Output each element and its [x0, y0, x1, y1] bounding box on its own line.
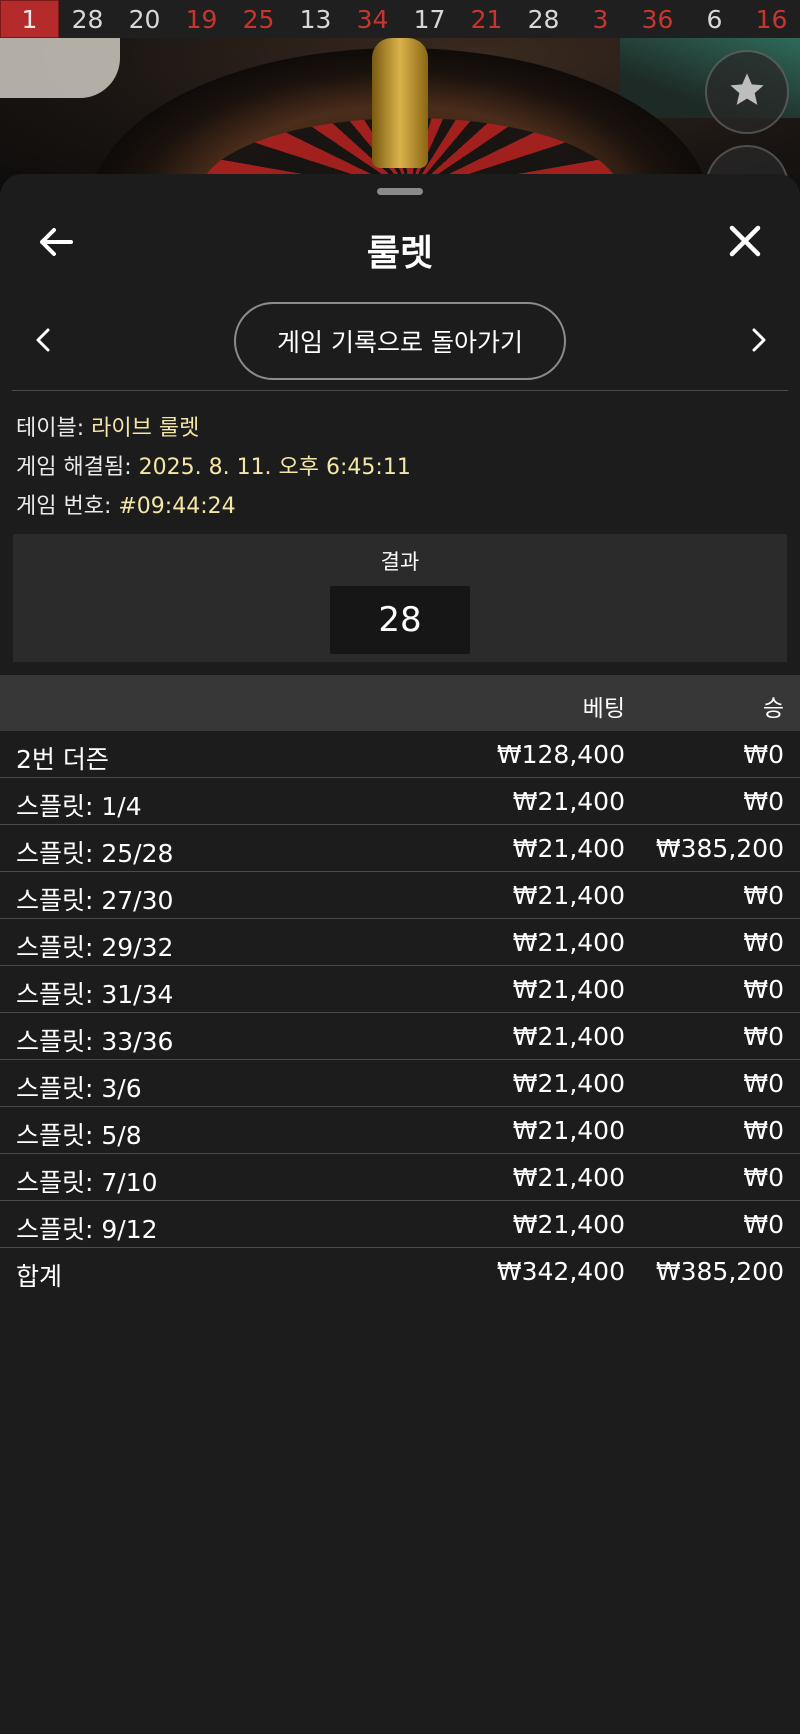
table-row: 스플릿: 31/34 ₩21,400 ₩0 — [0, 966, 800, 1013]
bet-name: 2번 더즌 — [16, 745, 109, 774]
info-table-label: 테이블: — [16, 416, 85, 441]
table-row: 스플릿: 3/6 ₩21,400 ₩0 — [0, 1060, 800, 1107]
info-game-number-value: #09:44:24 — [118, 494, 236, 519]
total-amount: ₩342,400 — [496, 1257, 625, 1286]
column-header-win: 승 — [762, 696, 784, 722]
star-icon — [727, 70, 767, 114]
game-navigation: 게임 기록으로 돌아가기 — [0, 302, 800, 382]
bet-amount: ₩21,400 — [512, 1210, 625, 1239]
bet-amount: ₩128,400 — [496, 740, 625, 769]
recent-result: 13 — [299, 4, 332, 34]
bet-amount: ₩21,400 — [512, 787, 625, 816]
bet-amount: ₩21,400 — [512, 834, 625, 863]
win-amount: ₩0 — [743, 975, 784, 1004]
recent-result: 34 — [356, 4, 389, 34]
win-amount: ₩0 — [743, 1210, 784, 1239]
recent-result: 17 — [413, 4, 446, 34]
bet-amount: ₩21,400 — [512, 881, 625, 910]
win-amount: ₩0 — [743, 787, 784, 816]
dealer-hand-image — [0, 38, 120, 98]
info-game-number: 게임 번호: #09:44:24 — [16, 488, 236, 520]
table-row: 스플릿: 27/30 ₩21,400 ₩0 — [0, 872, 800, 919]
win-amount: ₩385,200 — [655, 834, 784, 863]
table-row: 스플릿: 25/28 ₩21,400 ₩385,200 — [0, 825, 800, 872]
result-label: 결과 — [380, 550, 420, 574]
win-amount: ₩0 — [743, 740, 784, 769]
info-table-value: 라이브 룰렛 — [91, 416, 200, 441]
bet-name: 스플릿: 31/34 — [16, 980, 174, 1009]
info-resolved: 게임 해결됨: 2025. 8. 11. 오후 6:45:11 — [16, 449, 411, 481]
win-amount: ₩0 — [743, 1069, 784, 1098]
info-game-number-label: 게임 번호: — [16, 494, 112, 519]
recent-result: 19 — [185, 4, 218, 34]
win-amount: ₩0 — [743, 928, 784, 957]
bet-amount: ₩21,400 — [512, 928, 625, 957]
wheel-turret-image — [372, 38, 428, 168]
recent-results-strip: 1 28 20 19 25 13 34 17 21 28 3 36 6 16 — [0, 0, 800, 38]
favorite-button[interactable] — [705, 50, 789, 134]
table-row: 2번 더즌 ₩128,400 ₩0 — [0, 731, 800, 778]
total-win: ₩385,200 — [655, 1257, 784, 1286]
previous-game-button[interactable] — [28, 324, 58, 360]
bets-table: 베팅 승 2번 더즌 ₩128,400 ₩0 스플릿: 1/4 ₩21,400 ₩0 스플릿… — [0, 675, 800, 1295]
bet-name: 스플릿: 7/10 — [16, 1168, 158, 1197]
sheet-grabber[interactable] — [377, 188, 423, 195]
recent-result: 21 — [470, 4, 503, 34]
column-header-bet: 베팅 — [582, 696, 625, 722]
bet-name: 스플릿: 25/28 — [16, 839, 174, 868]
table-row: 스플릿: 29/32 ₩21,400 ₩0 — [0, 919, 800, 966]
game-detail-sheet: 룰렛 게임 기록으로 돌아가기 테이블: 라이브 룰렛 게임 해결됨: 2025… — [0, 174, 800, 1734]
bet-amount: ₩21,400 — [512, 1069, 625, 1098]
table-row: 스플릿: 9/12 ₩21,400 ₩0 — [0, 1201, 800, 1248]
result-number: 28 — [330, 586, 470, 654]
info-resolved-label: 게임 해결됨: — [16, 455, 132, 480]
bet-amount: ₩21,400 — [512, 1022, 625, 1051]
recent-result: 3 — [592, 4, 609, 34]
bet-name: 스플릿: 33/36 — [16, 1027, 174, 1056]
bet-name: 스플릿: 5/8 — [16, 1121, 142, 1150]
bet-name: 스플릿: 27/30 — [16, 886, 174, 915]
bet-amount: ₩21,400 — [512, 975, 625, 1004]
bet-amount: ₩21,400 — [512, 1116, 625, 1145]
close-button[interactable] — [722, 220, 768, 266]
table-row: 스플릿: 33/36 ₩21,400 ₩0 — [0, 1013, 800, 1060]
win-amount: ₩0 — [743, 1022, 784, 1051]
page-title: 룰렛 — [366, 233, 434, 274]
table-row: 스플릿: 5/8 ₩21,400 ₩0 — [0, 1107, 800, 1154]
bet-name: 스플릿: 1/4 — [16, 792, 142, 821]
bet-name: 스플릿: 3/6 — [16, 1074, 142, 1103]
chevron-right-icon — [751, 327, 767, 357]
bet-name: 스플릿: 9/12 — [16, 1215, 158, 1244]
recent-result: 28 — [527, 4, 560, 34]
recent-result: 36 — [641, 4, 674, 34]
divider — [12, 390, 788, 391]
info-resolved-value: 2025. 8. 11. 오후 6:45:11 — [138, 455, 411, 480]
win-amount: ₩0 — [743, 881, 784, 910]
bet-name: 스플릿: 29/32 — [16, 933, 174, 962]
table-row: 스플릿: 7/10 ₩21,400 ₩0 — [0, 1154, 800, 1201]
table-row: 스플릿: 1/4 ₩21,400 ₩0 — [0, 778, 800, 825]
recent-result: 16 — [755, 4, 788, 34]
win-amount: ₩0 — [743, 1116, 784, 1145]
back-to-history-button[interactable]: 게임 기록으로 돌아가기 — [234, 302, 566, 380]
recent-result: 28 — [71, 4, 104, 34]
sheet-header: 룰렛 — [0, 204, 800, 284]
result-panel: 결과 28 — [13, 534, 787, 662]
bet-amount: ₩21,400 — [512, 1163, 625, 1192]
recent-result: 20 — [128, 4, 161, 34]
info-table: 테이블: 라이브 룰렛 — [16, 410, 199, 442]
table-header: 베팅 승 — [0, 675, 800, 731]
recent-result: 6 — [706, 4, 723, 34]
chevron-left-icon — [35, 327, 51, 357]
total-row: 합계 ₩342,400 ₩385,200 — [0, 1248, 800, 1295]
next-game-button[interactable] — [744, 324, 774, 360]
recent-result: 1 — [0, 0, 59, 38]
total-label: 합계 — [16, 1262, 63, 1291]
win-amount: ₩0 — [743, 1163, 784, 1192]
close-icon — [728, 224, 762, 262]
recent-result: 25 — [242, 4, 275, 34]
